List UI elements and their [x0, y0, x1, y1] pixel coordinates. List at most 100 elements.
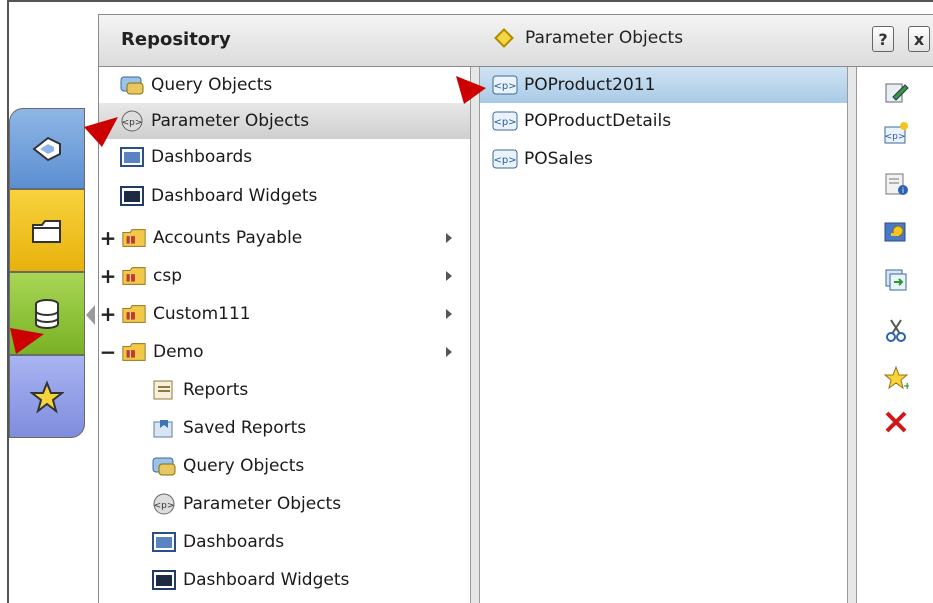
parameter-object-icon: <p> — [492, 108, 518, 134]
tree-item-saved-reports[interactable]: Saved Reports — [99, 410, 470, 446]
reports-icon — [151, 377, 177, 403]
delete-button[interactable] — [881, 407, 911, 437]
svg-text:<p>: <p> — [493, 81, 516, 92]
tree-item-query-objects-demo[interactable]: Query Objects — [99, 448, 470, 484]
submenu-arrow-icon[interactable] — [446, 309, 452, 319]
breadcrumb-label: Parameter Objects — [525, 28, 684, 48]
tree-item-dashboards[interactable]: Dashboards — [99, 139, 470, 175]
tree-folder-demo[interactable]: − Demo — [99, 334, 470, 370]
diamond-icon — [494, 28, 514, 48]
tree-item-label: Demo — [153, 342, 204, 362]
list-splitter[interactable] — [847, 67, 857, 603]
new-parameter-button[interactable]: <p> — [881, 119, 911, 149]
saved-reports-icon — [151, 415, 177, 441]
tree-item-label: csp — [153, 266, 182, 286]
tree-item-query-objects[interactable]: Query Objects — [99, 67, 470, 103]
permissions-button[interactable] — [881, 217, 911, 247]
tab-back[interactable] — [9, 108, 85, 189]
breadcrumb: Parameter Objects — [494, 28, 684, 48]
star-icon — [30, 379, 64, 414]
active-tab-pointer — [86, 305, 95, 325]
repository-tree: Query Objects <p> Parameter Objects Dash… — [99, 67, 470, 603]
tree-item-dashboards-demo[interactable]: Dashboards — [99, 524, 470, 560]
cut-button[interactable] — [881, 315, 911, 345]
annotation-marker-icon — [456, 76, 486, 104]
outer-frame-top — [7, 0, 933, 2]
tree-splitter[interactable] — [470, 67, 480, 603]
submenu-arrow-icon[interactable] — [446, 271, 452, 281]
tree-item-parameter-objects-demo[interactable]: <p> Parameter Objects — [99, 486, 470, 522]
close-button[interactable]: x — [908, 26, 930, 52]
tree-item-reports[interactable]: Reports — [99, 372, 470, 408]
back-arrow-icon — [32, 136, 61, 161]
edit-button[interactable] — [881, 77, 911, 107]
submenu-arrow-icon[interactable] — [446, 347, 452, 357]
expand-toggle[interactable]: + — [99, 226, 117, 250]
annotation-marker-icon — [10, 328, 44, 354]
svg-text:<p>: <p> — [885, 132, 906, 142]
tree-item-dashboard-widgets-demo[interactable]: Dashboard Widgets — [99, 562, 470, 598]
scissors-icon — [886, 319, 906, 342]
folder-icon — [121, 263, 147, 289]
delete-x-icon — [885, 411, 907, 433]
query-objects-icon — [151, 453, 177, 479]
tree-item-label: Dashboard Widgets — [183, 570, 350, 590]
permissions-key-icon — [884, 222, 906, 242]
list-item-poproductdetails[interactable]: <p> POProductDetails — [480, 103, 847, 139]
panel-header: Repository Parameter Objects ? x — [98, 14, 933, 67]
dashboards-icon — [151, 529, 177, 555]
tree-folder-csp[interactable]: + csp — [99, 258, 470, 294]
dashboards-icon — [119, 144, 145, 170]
tree-folder-accounts-payable[interactable]: + Accounts Payable — [99, 220, 470, 256]
list-item-poproduct2011[interactable]: <p> POProduct2011 — [480, 67, 847, 103]
properties-button[interactable]: i — [881, 169, 911, 199]
side-tab-strip — [9, 108, 85, 438]
help-button[interactable]: ? — [872, 26, 894, 52]
tree-item-label: Dashboard Widgets — [151, 186, 318, 206]
move-button[interactable] — [881, 265, 911, 295]
svg-text:+: + — [903, 381, 909, 391]
panel-title: Repository — [121, 29, 231, 50]
tree-folder-custom111[interactable]: + Custom111 — [99, 296, 470, 332]
folder-icon — [121, 225, 147, 251]
svg-text:i: i — [902, 186, 904, 195]
edit-icon — [885, 83, 909, 103]
collapse-toggle[interactable]: − — [99, 340, 117, 364]
dashboard-widgets-icon — [151, 567, 177, 593]
tree-item-label: Query Objects — [183, 456, 305, 476]
tree-item-dashboard-widgets[interactable]: Dashboard Widgets — [99, 178, 470, 214]
query-objects-icon — [119, 72, 145, 98]
tree-item-label: Reports — [183, 380, 249, 400]
tab-folders[interactable] — [9, 189, 85, 272]
tree-item-label: Parameter Objects — [183, 494, 342, 514]
new-parameter-icon: <p> — [884, 122, 908, 144]
move-icon — [885, 269, 907, 291]
parameter-objects-icon: <p> — [151, 491, 177, 517]
tree-item-label: Custom111 — [153, 304, 251, 324]
svg-text:<p>: <p> — [122, 118, 143, 128]
parameter-object-icon: <p> — [492, 146, 518, 172]
object-list: <p> POProduct2011 <p> POProductDetails <… — [480, 67, 847, 603]
tree-item-parameter-objects[interactable]: <p> Parameter Objects — [99, 103, 470, 139]
add-favorite-button[interactable]: + — [881, 363, 911, 393]
folder-icon — [32, 219, 61, 243]
expand-toggle[interactable]: + — [99, 302, 117, 326]
expand-toggle[interactable]: + — [99, 264, 117, 288]
annotation-marker-icon — [84, 117, 118, 147]
folder-icon — [121, 339, 147, 365]
tree-item-label: Parameter Objects — [151, 111, 310, 131]
add-favorite-star-icon: + — [883, 365, 909, 391]
parameter-objects-icon: <p> — [119, 108, 145, 134]
tree-item-label: Dashboards — [183, 532, 285, 552]
list-item-label: POProductDetails — [524, 111, 672, 131]
svg-text:<p>: <p> — [154, 501, 175, 511]
tab-favorites[interactable] — [9, 355, 85, 438]
list-item-posales[interactable]: <p> POSales — [480, 141, 847, 177]
parameter-object-icon: <p> — [492, 72, 518, 98]
properties-icon: i — [885, 173, 908, 195]
list-item-label: POSales — [524, 149, 593, 169]
tree-item-label: Saved Reports — [183, 418, 307, 438]
dashboard-widgets-icon — [119, 183, 145, 209]
submenu-arrow-icon[interactable] — [446, 233, 452, 243]
svg-text:<p>: <p> — [493, 117, 516, 128]
